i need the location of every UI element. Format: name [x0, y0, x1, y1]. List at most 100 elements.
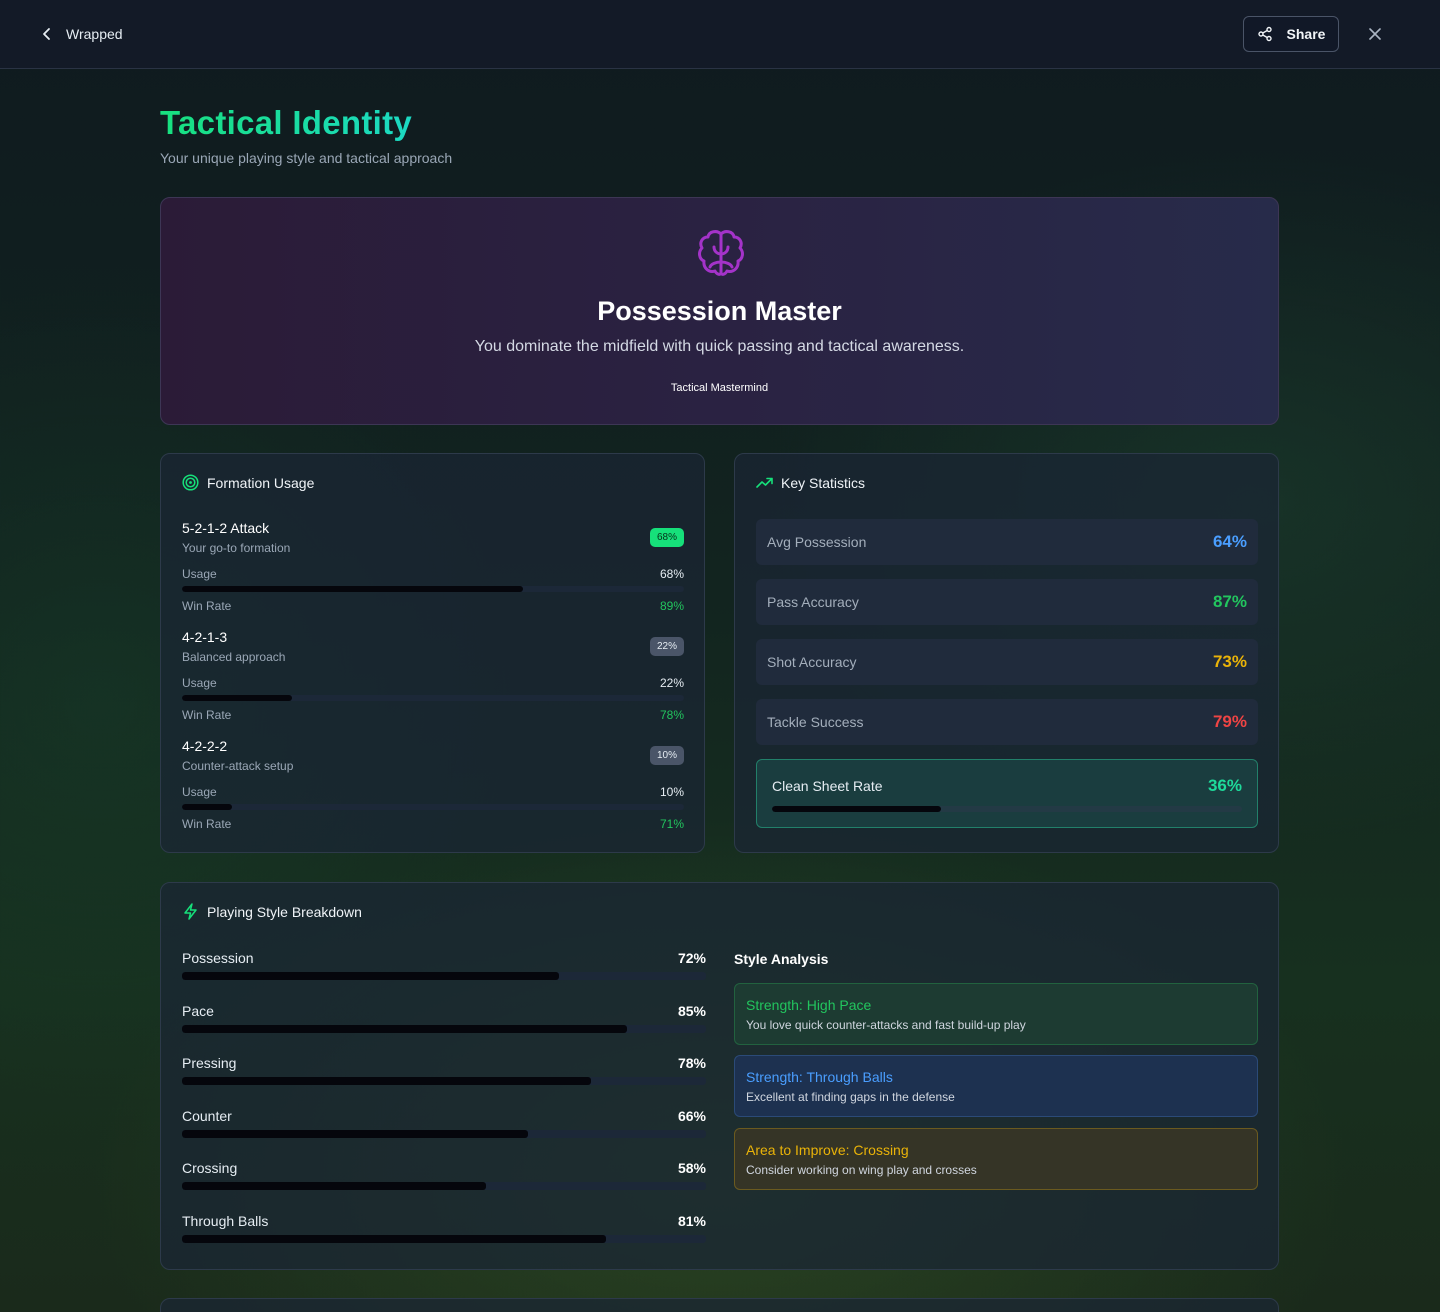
- style-pct: 58%: [677, 1160, 706, 1176]
- style-bar-fill: [182, 972, 560, 980]
- page-subtitle: Your unique playing style and tactical a…: [160, 150, 453, 166]
- stat-row-avg-possession: Avg Possession 64%: [756, 519, 1258, 565]
- usage-value: 68%: [659, 567, 684, 581]
- style-pct: 85%: [677, 1003, 706, 1019]
- clean-sheet-label: Clean Sheet Rate: [772, 778, 883, 794]
- brain-icon: [698, 230, 744, 276]
- key-statistics-card: Key Statistics Avg Possession 64% Pass A…: [734, 453, 1279, 853]
- style-bar-fill: [182, 1130, 528, 1138]
- winrate-value: 78%: [659, 708, 684, 722]
- share-icon: [1257, 26, 1272, 42]
- formation-badge: 10%: [649, 746, 684, 765]
- style-analysis-title: Style Analysis: [734, 951, 829, 967]
- stat-value: 79%: [1212, 712, 1247, 731]
- style-name: Pressing: [182, 1055, 237, 1071]
- chevron-left-icon: [43, 28, 50, 40]
- style-pct: 72%: [677, 950, 706, 966]
- share-button[interactable]: Share: [1243, 16, 1339, 52]
- identity-description: You dominate the midfield with quick pas…: [474, 338, 965, 355]
- style-bar: [182, 1182, 706, 1190]
- share-label: Share: [1286, 26, 1326, 42]
- page-title: Tactical Identity: [160, 104, 413, 141]
- style-bar: [182, 972, 706, 980]
- analysis-desc: You love quick counter-attacks and fast …: [746, 1018, 1026, 1032]
- style-pct: 78%: [677, 1055, 706, 1071]
- formation-desc: Counter-attack setup: [182, 759, 294, 773]
- usage-bar-fill: [182, 586, 524, 592]
- style-bar-fill: [182, 1182, 486, 1190]
- identity-hero-card: Possession Master You dominate the midfi…: [160, 197, 1279, 425]
- usage-label: Usage: [182, 785, 217, 799]
- analysis-title: Area to Improve: Crossing: [746, 1142, 909, 1158]
- close-icon: [1369, 28, 1381, 40]
- style-heading: Playing Style Breakdown: [207, 903, 362, 920]
- winrate-value: 71%: [659, 817, 684, 831]
- usage-bar: [182, 695, 684, 701]
- winrate-label: Win Rate: [182, 599, 232, 613]
- clean-sheet-bar: [772, 806, 1242, 812]
- usage-bar: [182, 586, 684, 592]
- formation-badge: 68%: [649, 528, 684, 547]
- style-header: Playing Style Breakdown: [182, 903, 362, 920]
- style-item-possession: Possession 72%: [182, 950, 706, 994]
- back-button[interactable]: Wrapped: [40, 22, 123, 46]
- usage-label: Usage: [182, 676, 217, 690]
- clean-sheet-rate: Clean Sheet Rate 36%: [756, 759, 1258, 828]
- formation-name: 4-2-2-2: [182, 738, 228, 754]
- winrate-label: Win Rate: [182, 708, 232, 722]
- stats-header: Key Statistics: [756, 474, 865, 491]
- formation-item: 4-2-2-2 Counter-attack setup 10% Usage 1…: [182, 738, 684, 842]
- close-button[interactable]: [1366, 25, 1384, 43]
- style-item-counter: Counter 66%: [182, 1108, 706, 1152]
- identity-badge: Tactical Mastermind: [670, 382, 769, 394]
- style-bar: [182, 1235, 706, 1243]
- style-item-pace: Pace 85%: [182, 1003, 706, 1047]
- stats-heading: Key Statistics: [781, 474, 866, 491]
- style-bar-fill: [182, 1025, 628, 1033]
- stat-row-shot-accuracy: Shot Accuracy 73%: [756, 639, 1258, 685]
- formation-item: 4-2-1-3 Balanced approach 22% Usage 22% …: [182, 629, 684, 733]
- style-pct: 81%: [677, 1213, 706, 1229]
- stat-label: Avg Possession: [767, 534, 867, 550]
- top-bar: Wrapped Share: [0, 0, 1440, 69]
- analysis-desc: Excellent at finding gaps in the defense: [746, 1090, 955, 1104]
- style-name: Pace: [182, 1003, 214, 1019]
- playing-style-card: Playing Style Breakdown Possession 72% P…: [160, 882, 1279, 1270]
- usage-value: 10%: [659, 785, 684, 799]
- clean-sheet-bar-fill: [772, 806, 942, 812]
- winrate-label: Win Rate: [182, 817, 232, 831]
- style-item-through-balls: Through Balls 81%: [182, 1213, 706, 1257]
- style-name: Counter: [182, 1108, 232, 1124]
- formation-header: Formation Usage: [182, 474, 314, 491]
- usage-bar: [182, 804, 684, 810]
- analysis-desc: Consider working on wing play and crosse…: [746, 1163, 977, 1177]
- stat-value: 64%: [1212, 532, 1247, 551]
- usage-bar-fill: [182, 804, 233, 810]
- style-name: Crossing: [182, 1160, 238, 1176]
- winrate-value: 89%: [659, 599, 684, 613]
- clean-sheet-value: 36%: [1207, 776, 1242, 795]
- stat-label: Shot Accuracy: [767, 654, 857, 670]
- formation-name: 5-2-1-2 Attack: [182, 520, 270, 536]
- style-bar-fill: [182, 1077, 591, 1085]
- analysis-improve-crossing: Area to Improve: Crossing Consider worki…: [734, 1128, 1258, 1190]
- formation-badge: 22%: [649, 637, 684, 656]
- usage-label: Usage: [182, 567, 217, 581]
- formation-item: 5-2-1-2 Attack Your go-to formation 68% …: [182, 520, 684, 624]
- formation-heading: Formation Usage: [207, 474, 315, 491]
- trending-up-icon: [756, 477, 773, 488]
- style-name: Through Balls: [182, 1213, 269, 1229]
- style-item-crossing: Crossing 58%: [182, 1160, 706, 1204]
- style-bar: [182, 1077, 706, 1085]
- formation-usage-card: Formation Usage 5-2-1-2 Attack Your go-t…: [160, 453, 705, 853]
- analysis-title: Strength: Through Balls: [746, 1069, 893, 1085]
- target-icon: [182, 474, 199, 491]
- style-pct: 66%: [677, 1108, 706, 1124]
- stat-value: 87%: [1212, 592, 1247, 611]
- analysis-strength-pace: Strength: High Pace You love quick count…: [734, 983, 1258, 1045]
- style-bar-fill: [182, 1235, 607, 1243]
- formation-name: 4-2-1-3: [182, 629, 228, 645]
- style-bar: [182, 1130, 706, 1138]
- formation-desc: Your go-to formation: [182, 541, 291, 555]
- style-item-pressing: Pressing 78%: [182, 1055, 706, 1099]
